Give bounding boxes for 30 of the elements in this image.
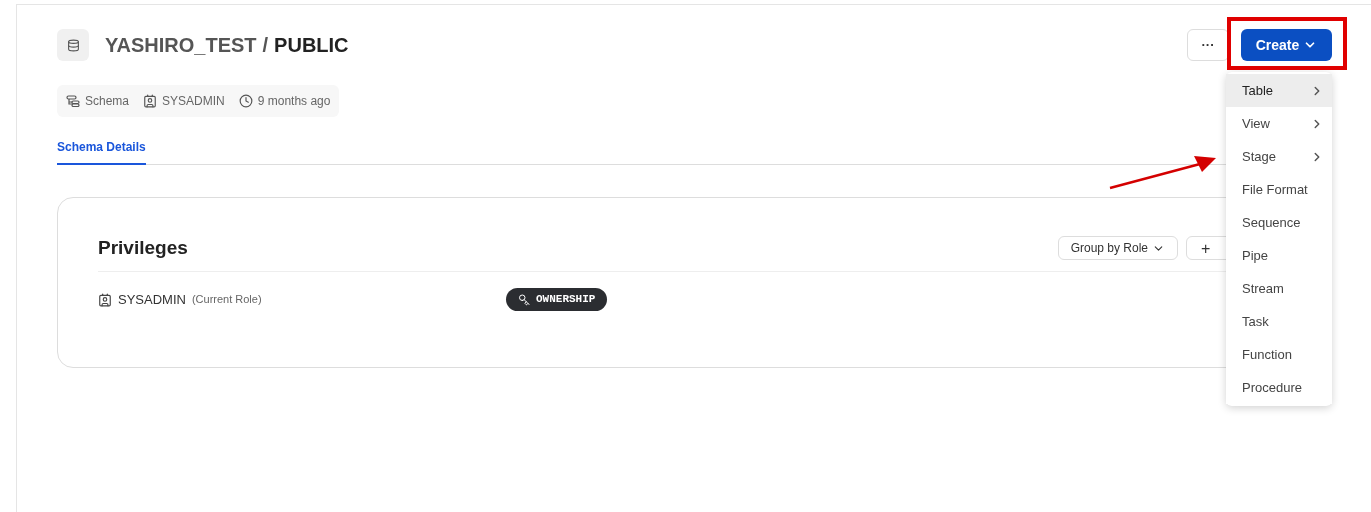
menu-item[interactable]: File Format <box>1226 173 1332 206</box>
database-icon <box>66 38 80 52</box>
database-name[interactable]: YASHIRO_TEST <box>105 30 257 60</box>
tab[interactable]: Schema Details <box>57 131 146 165</box>
badge-icon <box>98 292 112 307</box>
create-button[interactable]: Create <box>1241 29 1332 61</box>
menu-item[interactable]: Stage <box>1226 140 1332 173</box>
clock-icon <box>238 94 253 108</box>
schema-name: PUBLIC <box>274 33 349 58</box>
path-separator: / <box>262 33 269 58</box>
meta-text: Schema <box>85 93 130 110</box>
key-icon <box>518 293 530 306</box>
menu-item[interactable]: Stream <box>1226 272 1332 305</box>
menu-item[interactable]: Pipe <box>1226 239 1332 272</box>
meta-text: SYSADMIN <box>162 93 225 110</box>
menu-item[interactable]: Sequence <box>1226 206 1332 239</box>
privilege-tag: OWNERSHIP <box>506 288 608 311</box>
role-name: SYSADMIN <box>118 290 186 309</box>
schema-icon <box>66 95 80 107</box>
menu-item[interactable]: View <box>1226 107 1332 140</box>
menu-item[interactable]: Table <box>1226 74 1332 107</box>
menu-item[interactable]: Task <box>1226 305 1332 338</box>
group-by-dropdown[interactable]: Group by Role <box>1057 236 1178 261</box>
more-button[interactable]: ··· <box>1187 29 1229 61</box>
menu-item[interactable]: Procedure <box>1226 371 1332 404</box>
section-title: Privileges <box>98 236 188 260</box>
meta-text: 9 months ago <box>257 93 331 110</box>
menu-item[interactable]: Function <box>1226 338 1332 371</box>
role-note: (Current Role) <box>191 292 262 308</box>
badge-icon <box>143 94 158 108</box>
